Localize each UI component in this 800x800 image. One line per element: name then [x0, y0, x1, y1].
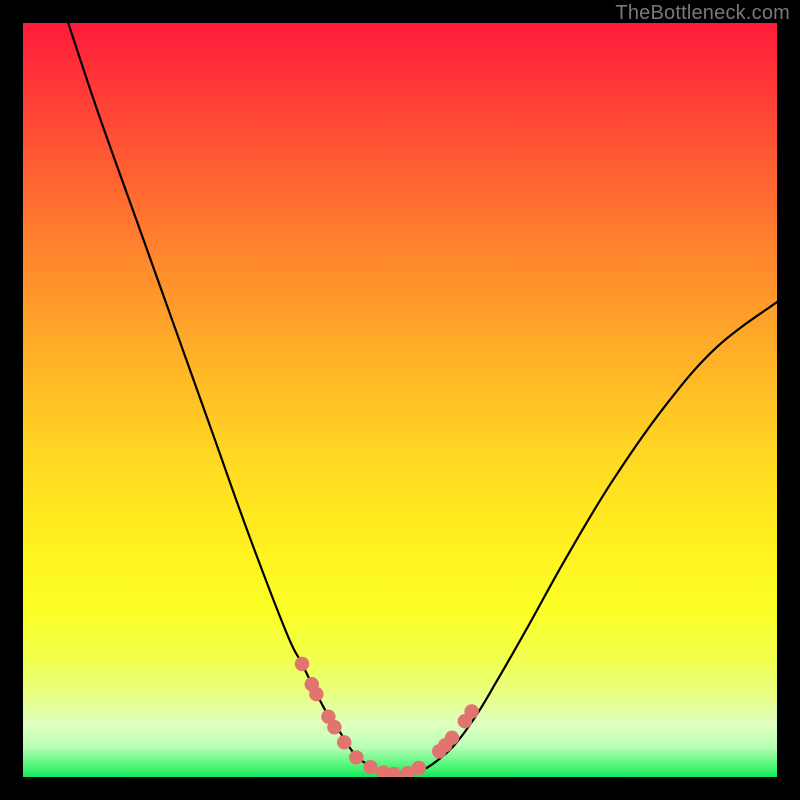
highlight-dot — [412, 761, 426, 775]
highlight-dot — [309, 687, 323, 701]
highlight-dot — [464, 704, 478, 718]
highlight-dot — [327, 720, 341, 734]
watermark-text: TheBottleneck.com — [615, 2, 790, 25]
highlight-dot — [363, 760, 377, 774]
chart-frame: TheBottleneck.com — [0, 0, 800, 800]
highlight-dot — [337, 735, 351, 749]
highlight-dot — [295, 657, 309, 671]
highlight-dots-group — [295, 657, 479, 777]
highlight-dot — [349, 750, 363, 764]
plot-area — [23, 23, 777, 777]
bottleneck-curve — [68, 23, 777, 775]
highlight-dot — [445, 731, 459, 745]
bottleneck-curve-svg — [23, 23, 777, 777]
